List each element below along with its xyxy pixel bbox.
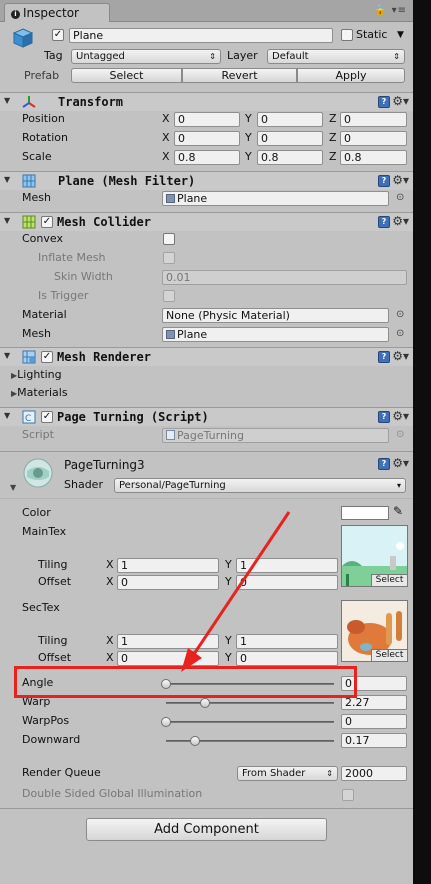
- annotation-arrow: [181, 511, 291, 672]
- window-edge: [413, 0, 431, 884]
